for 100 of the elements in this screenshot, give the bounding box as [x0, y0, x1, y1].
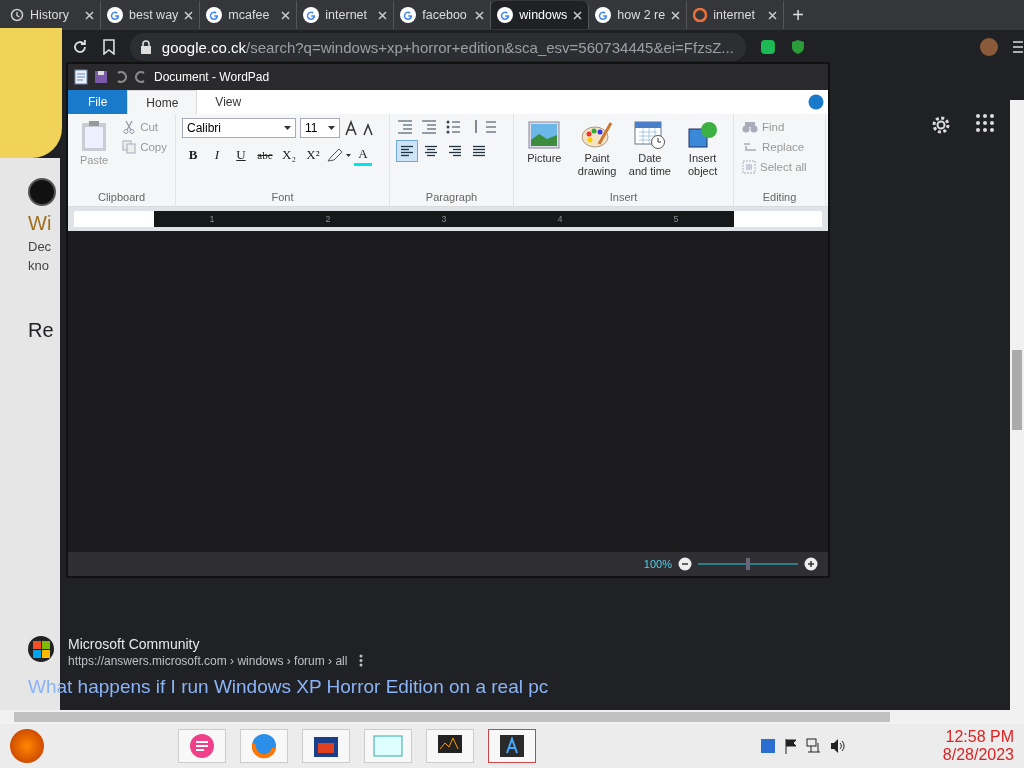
save-icon[interactable]	[94, 70, 108, 84]
group-label: Clipboard	[96, 191, 147, 205]
result-site-name: Microsoft Community	[68, 636, 201, 652]
font-color-button[interactable]: A	[354, 144, 372, 166]
align-icon	[448, 145, 462, 157]
page-text: Re	[28, 319, 55, 342]
font-name-field[interactable]: Calibri	[182, 118, 296, 138]
close-icon[interactable]	[475, 10, 485, 20]
ruler-number: 3	[441, 214, 447, 224]
new-tab-button[interactable]: +	[792, 3, 804, 27]
align-icon	[424, 145, 438, 157]
ruler-number: 5	[673, 214, 679, 224]
apps-grid-icon[interactable]	[976, 114, 994, 132]
keyboard-icon[interactable]	[760, 738, 776, 754]
taskbar-app-button[interactable]	[488, 729, 536, 763]
insert-button[interactable]: Paint drawing	[572, 118, 622, 191]
browser-globe-icon	[250, 732, 278, 760]
browser-tab[interactable]: faceboo	[394, 1, 492, 29]
zoom-reading: 100%	[643, 558, 672, 570]
format-button[interactable]: I	[206, 144, 228, 166]
site-icon	[693, 8, 708, 22]
close-icon[interactable]	[573, 10, 583, 20]
page-text: kno	[28, 258, 50, 273]
ribbon-tab[interactable]: File	[68, 90, 128, 114]
reload-icon[interactable]	[72, 39, 88, 55]
wordpad-letter-icon	[499, 734, 525, 758]
format-button[interactable]: X²	[302, 144, 324, 166]
replace-icon	[742, 140, 758, 154]
start-button[interactable]	[10, 729, 44, 763]
close-icon[interactable]	[671, 10, 681, 20]
lock-icon	[139, 40, 152, 54]
settings-icon[interactable]	[930, 114, 952, 136]
bookmark-icon[interactable]	[101, 39, 116, 55]
ribbon-tab[interactable]: Home	[127, 90, 198, 114]
highlighter-icon[interactable]	[326, 147, 352, 163]
close-icon[interactable]	[378, 10, 388, 20]
ruler-number: 1	[209, 214, 215, 224]
align-button[interactable]	[396, 140, 418, 162]
group-label: Paragraph	[424, 191, 479, 205]
network-icon[interactable]	[806, 738, 822, 754]
grow-font-icon[interactable]	[344, 120, 376, 136]
browser-tab[interactable]: how 2 re	[589, 1, 688, 29]
result-url: https://answers.microsoft.com › windows › forum › all	[68, 654, 348, 668]
taskbar-clock[interactable]: 12:58 PM 8/28/2023	[942, 728, 1014, 764]
horizontal-scrollbar[interactable]	[0, 710, 1024, 724]
menu-icon[interactable]	[1012, 40, 1024, 54]
insert-button[interactable]: Date and time	[625, 118, 675, 191]
ruler-number: 4	[557, 214, 563, 224]
address-bar[interactable]: google.co.ck/search?q=windows+xp+horror+edition&sca_esv=560734445&ei=FfzsZ...	[129, 33, 747, 61]
google-icon	[107, 7, 123, 23]
select-all-icon	[742, 160, 756, 174]
close-icon[interactable]	[184, 10, 194, 20]
vertical-scrollbar[interactable]	[1010, 100, 1024, 710]
palette-icon	[581, 120, 614, 150]
cube-sphere-icon	[686, 120, 719, 150]
browser-tab[interactable]: mcafee	[200, 1, 298, 29]
picture-icon	[373, 735, 403, 757]
more-options-icon[interactable]	[359, 654, 364, 667]
insert-button[interactable]: Picture	[520, 118, 569, 191]
dropdown-icon[interactable]	[284, 126, 291, 130]
font-size-field[interactable]: 11	[300, 118, 340, 138]
align-icon	[472, 145, 486, 157]
ruler-number: 2	[325, 214, 331, 224]
dropdown-icon[interactable]	[328, 126, 335, 130]
align-icon	[400, 145, 414, 157]
group-label: Font	[270, 191, 295, 205]
zoom-in-icon[interactable]	[804, 557, 818, 571]
browser-tab[interactable]: internet	[687, 1, 785, 29]
extension-icon[interactable]	[760, 39, 777, 55]
calendar-clock-icon	[633, 120, 666, 150]
flag-icon[interactable]	[784, 738, 798, 754]
shield-icon[interactable]	[790, 39, 807, 55]
browser-tab[interactable]: internet	[297, 1, 395, 29]
close-icon[interactable]	[768, 10, 778, 20]
browser-tab[interactable]: windows	[491, 1, 590, 29]
group-label: Insert	[608, 191, 639, 205]
scissors-icon	[122, 120, 137, 134]
zoom-slider-thumb[interactable]	[746, 558, 750, 570]
google-icon	[497, 7, 514, 23]
format-button[interactable]: X₂	[278, 144, 300, 166]
speaker-icon[interactable]	[830, 738, 846, 754]
close-icon[interactable]	[85, 10, 94, 20]
clock-date: 8/28/2023	[942, 746, 1014, 764]
format-button[interactable]: abc	[254, 144, 276, 166]
google-icon	[303, 7, 320, 23]
insert-button[interactable]: Insert object	[678, 118, 727, 191]
site-logo-icon	[28, 178, 56, 206]
browser-tab[interactable]: best way	[101, 1, 201, 29]
document-icon	[74, 69, 88, 85]
copy-icon	[122, 140, 137, 154]
format-button[interactable]: U	[230, 144, 252, 166]
google-icon	[400, 7, 417, 23]
clock-time: 12:58 PM	[944, 728, 1014, 746]
profile-avatar[interactable]	[980, 38, 999, 56]
zoom-out-icon[interactable]	[678, 557, 692, 571]
close-icon[interactable]	[281, 10, 291, 20]
clipboard-icon	[81, 120, 108, 152]
landscape-picture-icon	[528, 120, 561, 150]
notes-icon	[189, 733, 215, 759]
format-button[interactable]: B	[182, 144, 204, 166]
